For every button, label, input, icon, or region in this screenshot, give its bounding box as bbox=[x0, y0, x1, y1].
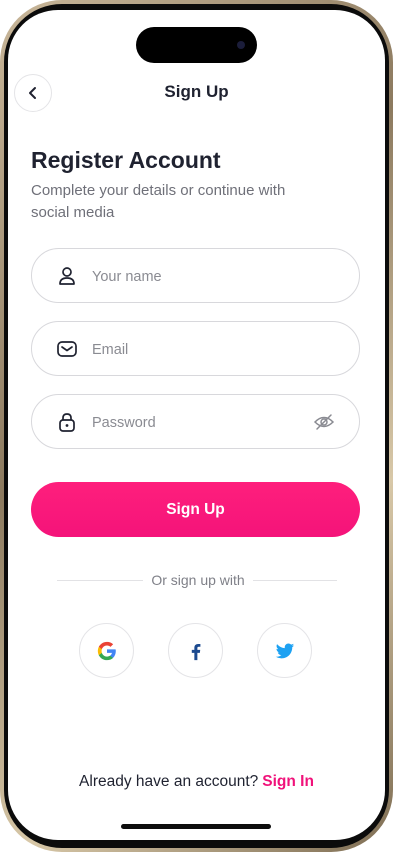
social-divider-label: Or sign up with bbox=[151, 572, 245, 588]
sign-in-link[interactable]: Sign In bbox=[262, 773, 314, 790]
page-title: Sign Up bbox=[164, 82, 229, 101]
email-field[interactable] bbox=[31, 321, 360, 377]
dynamic-island bbox=[136, 27, 257, 63]
email-input[interactable] bbox=[90, 322, 314, 377]
name-field[interactable] bbox=[31, 248, 360, 304]
sign-in-prompt: Already have an account? Sign In bbox=[8, 773, 385, 791]
facebook-icon bbox=[191, 643, 200, 660]
register-subtitle: Complete your details or continue with s… bbox=[31, 182, 286, 221]
register-heading: Register Account bbox=[31, 147, 221, 173]
user-icon bbox=[59, 267, 75, 285]
google-icon bbox=[97, 641, 116, 660]
name-input[interactable] bbox=[90, 249, 314, 304]
divider-right bbox=[253, 580, 337, 581]
password-field[interactable] bbox=[31, 394, 360, 450]
home-indicator[interactable] bbox=[121, 824, 271, 829]
password-input[interactable] bbox=[90, 395, 314, 450]
camera-icon bbox=[237, 41, 245, 49]
divider-left bbox=[57, 580, 143, 581]
lock-icon bbox=[59, 413, 75, 432]
sign-in-prompt-text: Already have an account? bbox=[79, 773, 259, 790]
twitter-button[interactable] bbox=[257, 623, 312, 678]
facebook-button[interactable] bbox=[168, 623, 223, 678]
screen: Sign Up Register Account Complete your d… bbox=[8, 10, 385, 840]
twitter-icon bbox=[275, 642, 294, 658]
google-button[interactable] bbox=[79, 623, 134, 678]
sign-up-button[interactable]: Sign Up bbox=[31, 482, 360, 537]
eye-off-icon[interactable] bbox=[313, 411, 335, 433]
mail-icon bbox=[57, 341, 77, 357]
